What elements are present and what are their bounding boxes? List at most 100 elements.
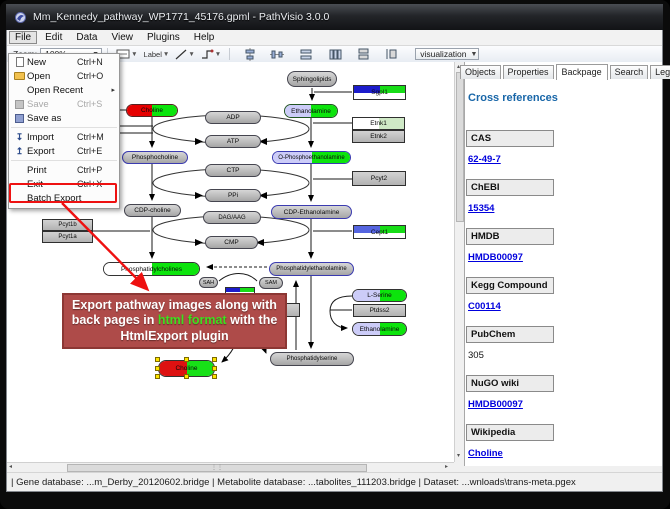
menu-item-label: Export — [27, 146, 77, 157]
menu-item-shortcut: Ctrl+O — [77, 71, 115, 81]
node-label: Choline — [141, 107, 163, 114]
pathway-node-phosphatidylethanolamine[interactable]: Phosphatidylethanolamine — [269, 262, 354, 276]
node-label: SAH — [203, 280, 214, 286]
expression-strip — [226, 288, 254, 292]
node-label: Sgpl1 — [371, 89, 388, 96]
selection-handle[interactable] — [212, 366, 217, 371]
menu-item-label: Save — [27, 99, 77, 110]
node-label: SAM — [265, 280, 277, 286]
screenshot-frame: Mm_Kennedy_pathway_WP1771_45176.gpml - P… — [0, 0, 670, 509]
menu-item-shortcut: Ctrl+X — [77, 179, 115, 189]
pathway-node-ptdss2[interactable]: Ptdss2 — [353, 304, 406, 317]
saveas-icon — [12, 113, 27, 124]
node-label: Phosphocholine — [132, 154, 178, 161]
node-label: Sphingolipids — [293, 76, 332, 83]
node-label: Choline — [175, 365, 197, 372]
pathway-node-atp[interactable]: ATP — [205, 135, 261, 148]
node-label: CTP — [227, 167, 240, 174]
node-label: Etnk2 — [370, 133, 387, 140]
node-label: CMP — [224, 239, 238, 246]
import-icon: ↧ — [12, 132, 27, 143]
pathway-node-etnk1[interactable]: Etnk1 — [352, 117, 405, 130]
pathway-node-cdp-choline[interactable]: CDP-choline — [124, 204, 181, 217]
file-menu-item-import[interactable]: ↧ImportCtrl+M — [9, 130, 119, 144]
pathway-node-pcyt2[interactable]: Pcyt2 — [352, 171, 406, 186]
file-menu-item-save-as[interactable]: Save as — [9, 111, 119, 125]
pathway-node-etnk2[interactable]: Etnk2 — [352, 130, 405, 143]
file-menu-item-batch-export[interactable]: Batch Export — [9, 191, 119, 205]
pathway-node-adp[interactable]: ADP — [205, 111, 261, 124]
save-icon — [12, 99, 27, 110]
selection-handle[interactable] — [212, 357, 217, 362]
pathway-node-sah[interactable]: SAH — [199, 277, 218, 288]
selection-handle[interactable] — [184, 374, 189, 379]
node-label: Pcyt1b — [58, 222, 76, 228]
pathway-node-ppi[interactable]: PPi — [205, 189, 261, 202]
submenu-arrow-icon: ▸ — [83, 86, 115, 94]
pathway-node-sphingolipids[interactable]: Sphingolipids — [287, 71, 337, 87]
no-icon — [12, 85, 27, 96]
menu-item-label: Import — [27, 132, 77, 143]
node-label: Ethanolamine — [291, 108, 331, 115]
menu-item-shortcut: Ctrl+M — [77, 132, 115, 142]
pathway-node-pcyt1a[interactable]: Pcyt1a — [42, 231, 93, 243]
node-label: Phosphatidylcholines — [121, 266, 182, 273]
selection-handle[interactable] — [155, 366, 160, 371]
node-label: Phosphatidylethanolamine — [276, 266, 346, 272]
pathway-node-pcyt1b[interactable]: Pcyt1b — [42, 219, 93, 231]
menu-item-label: Print — [27, 165, 77, 176]
file-menu-item-open[interactable]: OpenCtrl+O — [9, 69, 119, 83]
pathway-node-phosphatidylcholines[interactable]: Phosphatidylcholines — [103, 262, 200, 276]
file-menu-item-export[interactable]: ↥ExportCtrl+E — [9, 144, 119, 158]
pathway-node-sam[interactable]: SAM — [259, 277, 283, 289]
pathway-node-phosphocholine[interactable]: Phosphocholine — [122, 151, 188, 164]
file-menu-item-save[interactable]: SaveCtrl+S — [9, 97, 119, 111]
menu-separator — [11, 160, 117, 161]
pathway-node-ctp[interactable]: CTP — [205, 164, 261, 177]
pathway-node-l-serine[interactable]: L-Serine — [352, 289, 407, 302]
menu-item-label: Open Recent — [27, 85, 83, 96]
node-label: Etnk1 — [370, 120, 387, 127]
pathway-node-ethanolamine-bottom[interactable]: Ethanolamine — [352, 322, 407, 336]
pathway-node-cdp-ethanolamine[interactable]: CDP-Ethanolamine — [271, 205, 352, 219]
pathway-node-cept1[interactable]: Cept1 — [353, 225, 406, 239]
menu-item-label: Batch Export — [27, 193, 81, 204]
node-label: Ethanolamine — [360, 326, 400, 333]
menu-item-label: Save as — [27, 113, 77, 124]
node-label: ATP — [227, 138, 239, 145]
no-icon — [12, 179, 27, 190]
annotation-callout: Export pathway images along with back pa… — [62, 293, 287, 349]
node-label: PPi — [228, 192, 238, 199]
node-label: O-Phosphoethanolamine — [278, 155, 344, 161]
selection-handle[interactable] — [155, 374, 160, 379]
menu-item-shortcut: Ctrl+N — [77, 57, 115, 67]
file-menu-item-exit[interactable]: ExitCtrl+X — [9, 177, 119, 191]
selection-handle[interactable] — [184, 357, 189, 362]
pathway-node-phosphatidylserine[interactable]: Phosphatidylserine — [270, 352, 354, 366]
pathway-node-sgpl1[interactable]: Sgpl1 — [353, 85, 406, 100]
file-menu-item-print[interactable]: PrintCtrl+P — [9, 163, 119, 177]
menu-item-label: Exit — [27, 179, 77, 190]
no-icon — [12, 193, 27, 204]
file-menu-item-open-recent[interactable]: Open Recent▸ — [9, 83, 119, 97]
pathway-node-o-phosphoethanolamine[interactable]: O-Phosphoethanolamine — [272, 151, 351, 164]
pathway-node-choline-top[interactable]: Choline — [126, 104, 178, 117]
node-label: CDP-Ethanolamine — [284, 209, 340, 216]
node-label: Pcyt1a — [58, 234, 76, 240]
menu-separator — [11, 127, 117, 128]
menu-item-label: New — [27, 57, 77, 68]
no-icon — [12, 165, 27, 176]
node-label: DAG/AAG — [218, 215, 245, 221]
export-icon: ↥ — [12, 146, 27, 157]
node-label: L-Serine — [367, 292, 392, 299]
callout-highlight-text: html format — [158, 313, 227, 327]
node-label: CDP-choline — [134, 207, 171, 214]
selection-handle[interactable] — [155, 357, 160, 362]
file-menu-item-new[interactable]: NewCtrl+N — [9, 55, 119, 69]
selection-handle[interactable] — [212, 374, 217, 379]
pathway-node-dag-aag[interactable]: DAG/AAG — [203, 211, 261, 224]
pathway-node-cmp[interactable]: CMP — [205, 236, 258, 249]
pathway-node-ethanolamine-top[interactable]: Ethanolamine — [284, 104, 338, 118]
node-label: Ptdss2 — [370, 307, 390, 314]
node-label: Cept1 — [371, 229, 388, 236]
